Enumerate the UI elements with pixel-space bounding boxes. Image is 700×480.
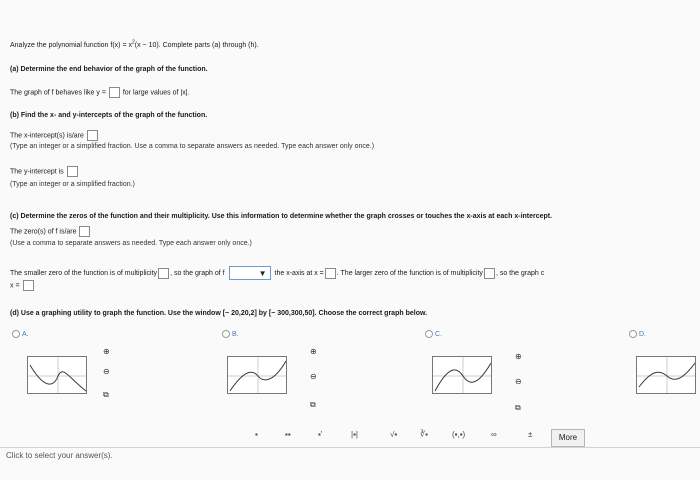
y-intercept-prompt: The y-intercept is xyxy=(10,166,79,177)
graph-d-plot xyxy=(637,357,695,393)
plus-minus-tool[interactable]: ± xyxy=(528,430,532,439)
ordered-pair-tool[interactable]: (▪,▪) xyxy=(452,430,465,439)
radio-d[interactable] xyxy=(629,330,637,338)
square-root-tool[interactable]: √▪ xyxy=(390,430,397,439)
option-b[interactable]: B. xyxy=(222,330,239,338)
part-c-heading: (c) Determine the zeros of the function … xyxy=(10,213,553,220)
part-d-heading: (d) Use a graphing utility to graph the … xyxy=(10,310,428,317)
enlarge-icon[interactable]: ⧉ xyxy=(103,390,109,400)
enlarge-icon[interactable]: ⧉ xyxy=(310,400,316,410)
exponent-tool[interactable]: ▪' xyxy=(318,430,322,439)
x-intercept-prompt: The x-intercept(s) is/are xyxy=(10,130,99,141)
part-a-heading: (a) Determine the end behavior of the gr… xyxy=(10,66,208,73)
zoom-in-icon[interactable]: ⊕ xyxy=(103,347,110,356)
graph-b-plot xyxy=(228,357,286,393)
graph-b[interactable] xyxy=(227,356,287,394)
zeros-prompt: The zero(s) of f is/are xyxy=(10,226,91,237)
zeros-input[interactable] xyxy=(79,226,91,237)
graph-a-plot xyxy=(28,357,86,393)
status-text: Click to select your answer(s). xyxy=(6,451,113,460)
smaller-zero-x-input[interactable] xyxy=(324,267,336,279)
divider xyxy=(0,447,700,448)
smaller-multiplicity-input[interactable] xyxy=(158,267,170,279)
zeros-hint: (Use a comma to separate answers as need… xyxy=(10,240,252,247)
multiplicity-sentence: The smaller zero of the function is of m… xyxy=(10,266,544,280)
more-button[interactable]: More xyxy=(551,429,585,447)
graph-d[interactable] xyxy=(636,356,696,394)
zoom-in-icon[interactable]: ⊕ xyxy=(515,352,522,361)
y-intercept-input[interactable] xyxy=(66,166,78,177)
graph-c[interactable] xyxy=(432,356,492,394)
radio-a[interactable] xyxy=(12,330,20,338)
chevron-down-icon: ▼ xyxy=(258,269,267,278)
larger-x-prompt: x = xyxy=(10,280,35,291)
part-b-heading: (b) Find the x- and y-intercepts of the … xyxy=(10,112,208,119)
y-intercept-hint: (Type an integer or a simplified fractio… xyxy=(10,181,135,188)
zoom-out-icon[interactable]: ⊖ xyxy=(310,372,317,381)
fraction-tool[interactable]: ▪ xyxy=(255,430,258,439)
zoom-out-icon[interactable]: ⊖ xyxy=(103,367,110,376)
infinity-tool[interactable]: ∞ xyxy=(491,430,497,439)
option-c[interactable]: C. xyxy=(425,330,442,338)
option-d[interactable]: D. xyxy=(629,330,646,338)
x-intercept-hint: (Type an integer or a simplified fractio… xyxy=(10,143,375,150)
cross-touch-dropdown[interactable]: ▼ xyxy=(228,266,271,280)
larger-zero-x-input[interactable] xyxy=(22,280,34,291)
part-a-prompt: The graph of f behaves like y = for larg… xyxy=(10,87,190,98)
zoom-out-icon[interactable]: ⊖ xyxy=(515,377,522,386)
graph-a[interactable] xyxy=(27,356,87,394)
problem-statement: Analyze the polynomial function f(x) = x… xyxy=(10,39,259,49)
mixed-number-tool[interactable]: ▪▪ xyxy=(285,430,291,439)
zoom-in-icon[interactable]: ⊕ xyxy=(310,347,317,356)
x-intercept-input[interactable] xyxy=(86,130,98,141)
enlarge-icon[interactable]: ⧉ xyxy=(515,403,521,413)
larger-multiplicity-input[interactable] xyxy=(483,267,495,279)
end-behavior-input[interactable] xyxy=(108,87,120,98)
option-a[interactable]: A. xyxy=(12,330,29,338)
radio-c[interactable] xyxy=(425,330,433,338)
nth-root-tool[interactable]: ∛▪ xyxy=(420,430,428,439)
graph-c-plot xyxy=(433,357,491,393)
absolute-value-tool[interactable]: |▪| xyxy=(351,430,358,439)
radio-b[interactable] xyxy=(222,330,230,338)
